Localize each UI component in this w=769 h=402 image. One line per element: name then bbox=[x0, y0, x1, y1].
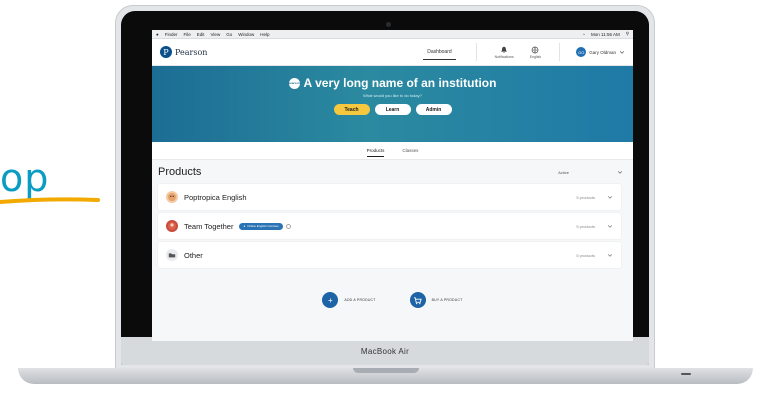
language-button[interactable]: English bbox=[530, 46, 541, 59]
app-header: P Pearson Dashboard Notifications Englis… bbox=[152, 39, 633, 66]
menu-window[interactable]: Window bbox=[238, 32, 254, 37]
apple-icon[interactable]: ● bbox=[156, 32, 159, 37]
language-label: English bbox=[529, 54, 542, 59]
chevron-down-icon bbox=[617, 171, 623, 174]
buy-product-label: BUY A PRODUCT bbox=[431, 298, 463, 302]
institution-title-row: pearson A very long name of an instituti… bbox=[288, 76, 497, 90]
status-light bbox=[681, 373, 691, 375]
search-icon[interactable]: ⚲ bbox=[626, 31, 629, 37]
brand-text-fragment: op bbox=[0, 156, 50, 200]
team-together-icon bbox=[166, 220, 178, 232]
menu-help[interactable]: Help bbox=[260, 32, 269, 37]
menu-go[interactable]: Go bbox=[226, 32, 232, 37]
bell-icon bbox=[501, 46, 508, 53]
globe-icon: ● bbox=[243, 224, 246, 228]
poptropica-icon bbox=[166, 191, 178, 203]
cart-icon bbox=[409, 292, 426, 308]
product-label: Poptropica English bbox=[184, 192, 247, 202]
online-course-badge: ● Online English Courses bbox=[239, 222, 283, 230]
buy-product-button[interactable]: BUY A PRODUCT bbox=[409, 292, 463, 308]
status-filter-dropdown[interactable]: Active bbox=[558, 169, 623, 175]
notifications-label: Notifications bbox=[494, 54, 514, 59]
info-icon[interactable] bbox=[285, 223, 291, 229]
product-row-team-together[interactable]: Team Together ● Online English Courses 5… bbox=[158, 213, 621, 239]
screen: ● Finder File Edit View Go Window Help ◔… bbox=[152, 30, 633, 341]
menu-file[interactable]: File bbox=[183, 32, 190, 37]
avatar: GO bbox=[576, 47, 587, 57]
mac-menubar: ● Finder File Edit View Go Window Help ◔… bbox=[152, 30, 633, 39]
laptop-model-label: MacBook Air bbox=[360, 346, 410, 356]
hero-subtitle: What would you like to do today? bbox=[363, 93, 422, 98]
status-filter-value: Active bbox=[558, 169, 569, 175]
scene: op MacBook Air ● Finder File Edit View G… bbox=[0, 0, 769, 402]
role-switcher: Teach Learn Admin bbox=[333, 104, 452, 115]
product-actions: + ADD A PRODUCT BUY A PRODUCT bbox=[152, 292, 633, 308]
chevron-down-icon[interactable] bbox=[607, 223, 613, 229]
institution-title: A very long name of an institution bbox=[303, 76, 497, 90]
add-product-button[interactable]: + ADD A PRODUCT bbox=[322, 292, 375, 308]
product-label: Other bbox=[184, 250, 203, 260]
chevron-down-icon bbox=[619, 51, 625, 54]
menubar-clock[interactable]: Mon 11:56 AM bbox=[591, 32, 620, 37]
learn-button[interactable]: Learn bbox=[374, 104, 411, 115]
tab-products[interactable]: Products bbox=[366, 142, 384, 160]
tab-classes[interactable]: Classes bbox=[402, 142, 418, 160]
product-label: Team Together bbox=[184, 221, 234, 231]
nav-dashboard[interactable]: Dashboard bbox=[413, 39, 465, 66]
online-course-badge-label: Online English Courses bbox=[247, 224, 279, 228]
user-name: Gary Oldman bbox=[589, 49, 616, 55]
folder-icon bbox=[166, 249, 178, 261]
chevron-down-icon[interactable] bbox=[607, 252, 613, 258]
brand-swoosh bbox=[0, 197, 100, 204]
base-notch bbox=[353, 368, 419, 373]
menu-edit[interactable]: Edit bbox=[197, 32, 205, 37]
camera-icon bbox=[386, 22, 391, 27]
appbar-divider-2 bbox=[559, 43, 561, 61]
products-title: Products bbox=[158, 166, 202, 178]
teach-button[interactable]: Teach bbox=[333, 104, 370, 115]
plus-icon: + bbox=[322, 292, 339, 308]
products-header: Products Active bbox=[152, 160, 633, 181]
product-count: 5 products bbox=[576, 252, 595, 258]
admin-button[interactable]: Admin bbox=[415, 104, 452, 115]
institution-badge: pearson bbox=[288, 77, 300, 89]
menu-view[interactable]: View bbox=[211, 32, 221, 37]
user-menu[interactable]: GO Gary Oldman bbox=[576, 47, 625, 57]
appbar-divider bbox=[475, 43, 477, 61]
product-count: 5 products bbox=[576, 194, 595, 200]
product-count: 5 products bbox=[576, 223, 595, 229]
product-row-other[interactable]: Other 5 products bbox=[158, 242, 621, 268]
menu-finder[interactable]: Finder bbox=[165, 32, 178, 37]
notifications-button[interactable]: Notifications bbox=[495, 46, 514, 59]
wifi-icon[interactable]: ◔ bbox=[582, 32, 585, 37]
content-tabs: Products Classes bbox=[152, 142, 633, 160]
laptop-chin: MacBook Air bbox=[121, 337, 649, 365]
pearson-logo[interactable]: P Pearson bbox=[160, 46, 207, 58]
chevron-down-icon[interactable] bbox=[607, 194, 613, 200]
laptop-base bbox=[18, 368, 753, 384]
pearson-logo-text: Pearson bbox=[175, 47, 208, 57]
add-product-label: ADD A PRODUCT bbox=[344, 298, 376, 302]
institution-hero: pearson A very long name of an instituti… bbox=[152, 66, 633, 142]
pearson-logo-icon: P bbox=[160, 46, 172, 58]
product-row-poptropica[interactable]: Poptropica English 5 products bbox=[158, 184, 621, 210]
globe-icon bbox=[532, 46, 539, 53]
